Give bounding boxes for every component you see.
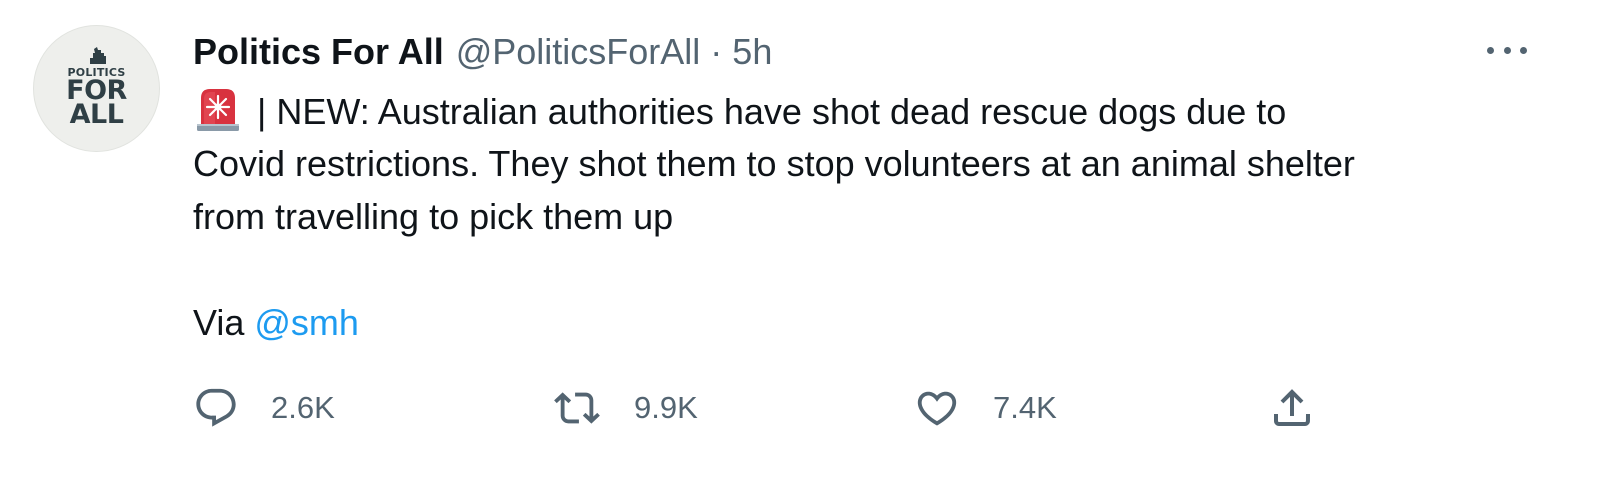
retweet-count: 9.9K	[634, 390, 698, 425]
user-handle[interactable]: @PoliticsForAll	[456, 31, 701, 73]
more-dot	[1487, 46, 1494, 54]
tweet-text-line: | NEW: Australian authorities have shot …	[193, 84, 1563, 137]
tweet-text: | NEW: Australian authorities have shot …	[193, 84, 1563, 349]
retweet-icon	[554, 392, 600, 424]
reply-count: 2.6K	[271, 390, 335, 425]
tweet-text-line-2: Covid restrictions. They shot them to st…	[193, 143, 1355, 184]
share-icon	[1274, 389, 1310, 426]
via-label: Via	[193, 302, 255, 343]
tweet-header: Politics For All @PoliticsForAll · 5h	[193, 28, 772, 76]
like-count: 7.4K	[993, 390, 1057, 425]
via-line: Via @smh	[193, 296, 1563, 349]
police-car-light-icon	[197, 89, 239, 131]
mention-link[interactable]: @smh	[254, 302, 359, 343]
avatar[interactable]: POLITICS FOR ALL	[33, 25, 160, 152]
retweet-button[interactable]: 9.9K	[552, 380, 698, 436]
more-dot	[1520, 46, 1527, 54]
reply-icon	[196, 388, 236, 427]
tweet-text-line-1: | NEW: Australian authorities have shot …	[257, 91, 1287, 132]
display-name[interactable]: Politics For All	[193, 31, 444, 73]
heart-icon	[917, 391, 957, 426]
timestamp[interactable]: 5h	[732, 31, 772, 73]
share-button[interactable]	[1268, 380, 1316, 436]
like-button[interactable]: 7.4K	[913, 380, 1057, 436]
tweet-text-line-3: from travelling to pick them up	[193, 196, 674, 237]
reply-button[interactable]: 2.6K	[193, 380, 335, 436]
avatar-logo-line2: ALL	[69, 98, 124, 130]
action-bar: 2.6K 9.9K 7.4K	[0, 380, 1600, 436]
separator-dot: ·	[710, 31, 723, 72]
tweet[interactable]: POLITICS FOR ALL Politics For All @Polit…	[0, 0, 1600, 493]
more-options-icon[interactable]	[1487, 40, 1527, 60]
fist-logo-icon	[89, 46, 106, 64]
more-dot	[1503, 46, 1511, 54]
